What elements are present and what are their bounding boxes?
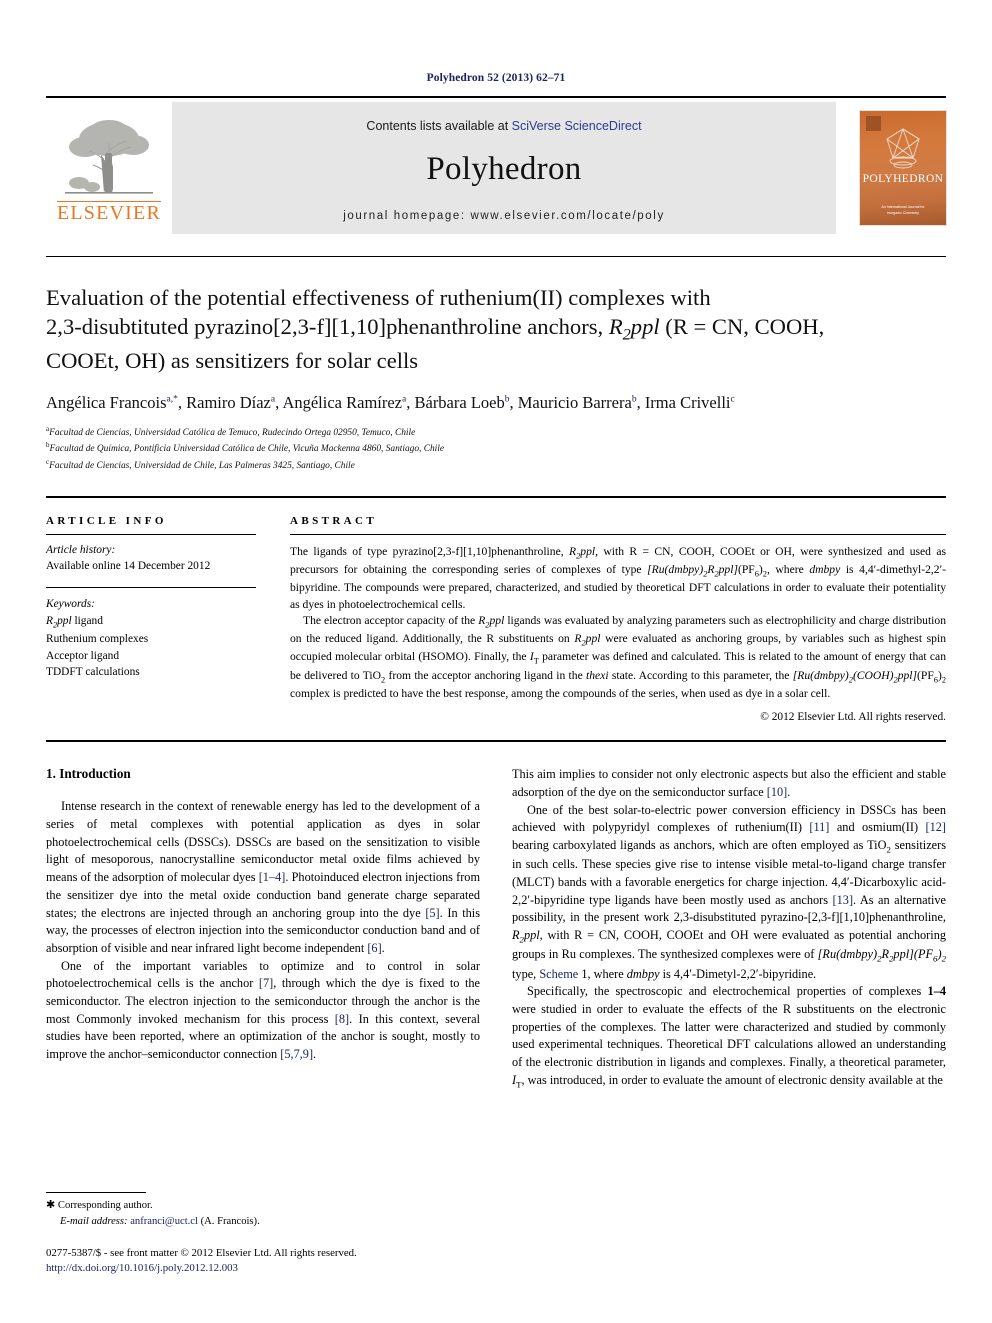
body-paragraph: One of the important variables to optimi…: [46, 958, 480, 1062]
running-head: Polyhedron 52 (2013) 62–71: [426, 72, 566, 84]
title-ligand-symbol: R2ppl: [608, 314, 660, 344]
author-list: Angélica Francoisa,*, Ramiro Díaza, Angé…: [46, 393, 735, 413]
corresponding-author-text: Corresponding author.: [57, 1200, 153, 1212]
elsevier-logo: ELSEVIER: [46, 102, 172, 234]
cover-image: POLYHEDRON An International Journal for …: [860, 111, 946, 225]
body-columns: 1. Introduction Intense research in the …: [46, 766, 946, 1091]
citation-link[interactable]: [10]: [767, 785, 788, 799]
abstract-column: ABSTRACT The ligands of type pyrazino[2,…: [290, 515, 946, 723]
journal-banner-center: Contents lists available at SciVerse Sci…: [172, 102, 836, 234]
article-info-column: ARTICLE INFO Article history: Available …: [46, 515, 290, 723]
doi-link[interactable]: http://dx.doi.org/10.1016/j.poly.2012.12…: [46, 1261, 458, 1277]
abstract-paragraph: The ligands of type pyrazino[2,3-f][1,10…: [290, 544, 947, 611]
abstract-rule: [290, 533, 946, 535]
article-history-label: Article history:: [46, 543, 116, 556]
email-label: E-mail address:: [60, 1215, 128, 1227]
title-line-3: COOEt, OH) as sensitizers for solar cell…: [46, 348, 419, 374]
polyhedron-wireframe-icon: [880, 125, 926, 176]
title-line-2-prefix: 2,3-disubtituted pyrazino[2,3-f][1,10]ph…: [46, 314, 609, 340]
keyword-item: R2ppl ligand: [46, 614, 103, 630]
title-separator-rule: [46, 256, 946, 257]
article-history-block: Article history: Available online 14 Dec…: [46, 543, 256, 574]
keywords-rule: [46, 587, 256, 589]
abstract-copyright: © 2012 Elsevier Ltd. All rights reserved…: [760, 711, 946, 724]
title-line-1: Evaluation of the potential effectivenes…: [46, 285, 711, 310]
author: Angélica Francoisa,*: [46, 393, 178, 413]
article-history-value: Available online 14 December 2012: [46, 559, 211, 572]
author: Irma Crivellic: [644, 393, 735, 413]
journal-title: Polyhedron: [426, 150, 582, 187]
keywords-label: Keywords:: [46, 598, 95, 611]
article-info-rule: [46, 533, 256, 535]
journal-article-page: Polyhedron 52 (2013) 62–71 ELSEVIER Cont…: [0, 0, 992, 1323]
citation-link[interactable]: [8]: [335, 1012, 349, 1026]
title-line-2-suffix: (R = CN, COOH,: [659, 314, 825, 340]
author: Angélica Ramíreza: [282, 393, 407, 413]
contents-prefix: Contents lists available at: [366, 118, 512, 133]
info-abstract-row: ARTICLE INFO Article history: Available …: [46, 515, 946, 723]
citation-link[interactable]: [5,7,9]: [280, 1047, 313, 1061]
journal-homepage-link[interactable]: journal homepage: www.elsevier.com/locat…: [343, 210, 665, 222]
citation-link[interactable]: [6]: [367, 941, 381, 955]
cover-publisher-badge-icon: [866, 116, 881, 131]
section-heading-introduction: 1. Introduction: [46, 766, 131, 782]
body-column-left: 1. Introduction Intense research in the …: [46, 766, 480, 1091]
citation-link[interactable]: [1–4]: [259, 870, 286, 884]
email-owner: (A. Francois).: [200, 1215, 260, 1227]
citation-link[interactable]: [11]: [809, 820, 829, 834]
keywords-block: Keywords: R2ppl ligand Ruthenium complex…: [46, 596, 256, 680]
keyword-item: Acceptor ligand: [46, 649, 120, 662]
cover-subtitle-line2: Inorganic Chemistry: [887, 210, 919, 215]
journal-banner: ELSEVIER Contents lists available at Sci…: [46, 102, 946, 234]
email-note: E-mail address: anfranci@uct.cl (A. Fran…: [46, 1214, 458, 1229]
elsevier-tree-icon: [57, 113, 161, 199]
citation-link[interactable]: [12]: [926, 820, 947, 834]
citation-link[interactable]: [5]: [425, 906, 439, 920]
citation-link[interactable]: [13]: [833, 893, 854, 907]
abstract-heading: ABSTRACT: [290, 514, 378, 527]
abstract-section-top-rule: [46, 495, 946, 498]
issn-copyright-line: 0277-5387/$ - see front matter © 2012 El…: [46, 1246, 357, 1259]
abstract-body: The ligands of type pyrazino[2,3-f][1,10…: [290, 544, 946, 723]
email-link[interactable]: anfranci@uct.cl: [130, 1216, 198, 1227]
cover-subtitle: An International Journal for Inorganic C…: [860, 205, 946, 216]
article-info-heading: ARTICLE INFO: [46, 514, 167, 527]
body-paragraph: One of the best solar-to-electric power …: [512, 802, 947, 981]
body-paragraph: This aim implies to consider not only el…: [512, 767, 946, 799]
author: Mauricio Barrerab: [517, 393, 637, 413]
affiliation: cFacultad de Ciencias, Universidad de Ch…: [46, 458, 355, 472]
body-paragraph: Specifically, the spectroscopic and elec…: [512, 984, 946, 1090]
keyword-item: TDDFT calculations: [46, 666, 140, 679]
scheme-link[interactable]: Scheme: [539, 967, 578, 981]
cover-title: POLYHEDRON: [862, 173, 944, 185]
keyword-item: Ruthenium complexes: [46, 633, 149, 646]
body-column-right: This aim implies to consider not only el…: [512, 766, 946, 1091]
affiliation-list: aFacultad de Ciencias, Universidad Catól…: [46, 424, 946, 474]
article-title: Evaluation of the potential effectivenes…: [46, 283, 946, 375]
author: Ramiro Díaza: [186, 393, 276, 413]
journal-cover-thumbnail: POLYHEDRON An International Journal for …: [836, 102, 946, 234]
contents-available-line: Contents lists available at SciVerse Sci…: [366, 119, 641, 133]
banner-top-rule: [46, 96, 946, 98]
asterisk-icon: ✱: [46, 1199, 56, 1212]
footnote-rule: [46, 1192, 146, 1194]
affiliation: aFacultad de Ciencias, Universidad Catól…: [46, 424, 416, 438]
corresponding-author-note: ✱ Corresponding author.: [46, 1198, 458, 1214]
citation-link[interactable]: [7]: [259, 976, 273, 990]
sciencedirect-link[interactable]: SciVerse ScienceDirect: [512, 119, 642, 133]
elsevier-wordmark: ELSEVIER: [56, 200, 162, 224]
issn-block: 0277-5387/$ - see front matter © 2012 El…: [46, 1246, 458, 1277]
page-footnote: ✱ Corresponding author. E-mail address: …: [46, 1192, 458, 1277]
body-paragraph: Intense research in the context of renew…: [46, 799, 481, 955]
abstract-paragraph: The electron acceptor capacity of the R2…: [290, 614, 946, 700]
body-top-rule: [46, 740, 946, 743]
author: Bárbara Loebb: [414, 393, 510, 413]
affiliation: bFacultad de Química, Pontificia Univers…: [46, 441, 445, 455]
